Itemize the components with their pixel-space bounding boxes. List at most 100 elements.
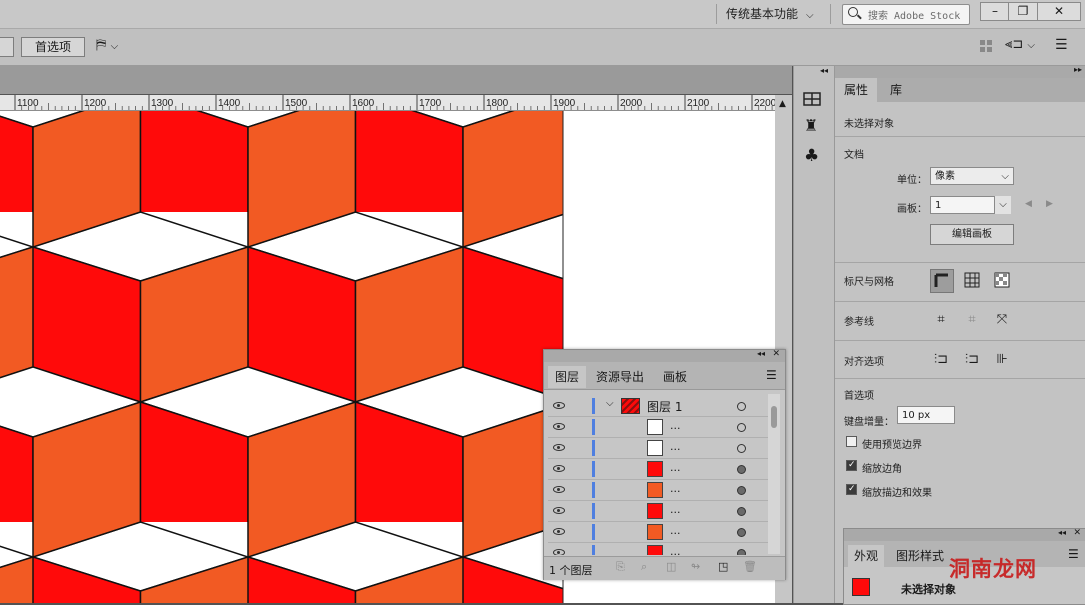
- collapse-panel-icon[interactable]: ◂◂: [1058, 528, 1066, 537]
- scroll-thumb[interactable]: [771, 406, 777, 428]
- search-icon: [848, 7, 858, 17]
- close-button[interactable]: ✕: [1037, 2, 1081, 21]
- keyboard-increment-label: 键盘增量：: [844, 417, 894, 428]
- edit-artboards-button[interactable]: 编辑画板: [930, 224, 1014, 245]
- artboard-label: 画板：: [897, 204, 927, 215]
- tab-layers[interactable]: 图层: [548, 366, 586, 388]
- delete-layer-icon[interactable]: 🗑: [743, 560, 757, 573]
- collapse-panel-icon[interactable]: ▸▸: [1074, 65, 1082, 74]
- panel-menu-icon[interactable]: ☰: [1068, 547, 1079, 561]
- sublayer-row[interactable]: ...: [548, 501, 768, 522]
- restore-button[interactable]: ❐: [1008, 2, 1038, 21]
- ruler-ticks: 1100 1200 1300 1400 1500 1600 1700 1800 1900 2000…: [14, 95, 775, 110]
- scroll-up-icon[interactable]: ▲: [779, 99, 786, 109]
- target-circle-icon[interactable]: [737, 402, 746, 411]
- layer-color-bar: [592, 503, 595, 519]
- locate-object-icon[interactable]: ⌕: [641, 560, 647, 574]
- export-icon[interactable]: ⎘: [616, 560, 625, 574]
- horizontal-ruler[interactable]: 1100 1200 1300 1400 1500 1600 1700 1800 1900 2000…: [0, 95, 775, 111]
- fill-swatch[interactable]: [852, 578, 870, 596]
- align-options-icon[interactable]: ⫷⊐ ⌵: [1005, 37, 1035, 52]
- visibility-eye-icon[interactable]: [553, 507, 565, 514]
- expand-chevron-icon[interactable]: ⌵: [606, 398, 614, 409]
- make-clipping-mask-icon[interactable]: ◫: [666, 560, 676, 573]
- visibility-eye-icon[interactable]: [553, 486, 565, 493]
- align-artboard-icon[interactable]: ⊪: [991, 349, 1013, 371]
- visibility-eye-icon[interactable]: [553, 528, 565, 535]
- units-label: 单位：: [897, 175, 927, 186]
- selection-tool-options-icon[interactable]: ⛿ ⌵: [96, 37, 118, 53]
- target-circle-icon[interactable]: [737, 507, 746, 516]
- artboards-panel-icon[interactable]: [803, 92, 821, 109]
- visibility-eye-icon[interactable]: [553, 444, 565, 451]
- ruler-toggle-icon[interactable]: [930, 269, 954, 293]
- new-layer-icon[interactable]: ◳: [718, 560, 728, 573]
- sublayer-row[interactable]: ...: [548, 438, 768, 459]
- symbols-panel-icon[interactable]: ♣: [804, 146, 819, 166]
- target-circle-icon[interactable]: [737, 444, 746, 453]
- tab-graphic-styles[interactable]: 图形样式: [890, 545, 950, 567]
- sublayer-row[interactable]: ...: [548, 480, 768, 501]
- artboard-select[interactable]: 1 ⌵: [930, 196, 1011, 214]
- scale-strokes-checkbox[interactable]: [846, 484, 857, 495]
- panel-menu-icon[interactable]: ☰: [1055, 37, 1068, 53]
- sublayer-row[interactable]: ...: [548, 543, 768, 555]
- sublayer-row[interactable]: ...: [548, 459, 768, 480]
- sublayer-row[interactable]: ...: [548, 522, 768, 543]
- isometric-cube-pattern[interactable]: [0, 111, 563, 603]
- workspace-switcher[interactable]: 传统基本功能 ⌵: [726, 0, 814, 28]
- sublayer-thumbnail: [647, 545, 663, 555]
- panel-menu-icon[interactable]: ☰: [766, 368, 777, 382]
- chevron-down-icon[interactable]: ⌵: [994, 196, 1011, 214]
- align-selection-icon[interactable]: ⫶⊐: [930, 349, 952, 371]
- layers-scrollbar[interactable]: [768, 394, 780, 554]
- target-circle-icon[interactable]: [737, 549, 746, 555]
- collapse-dock-icon[interactable]: ◂◂: [820, 66, 828, 75]
- keyboard-increment-input[interactable]: 10 px: [897, 406, 955, 424]
- target-circle-icon[interactable]: [737, 528, 746, 537]
- previous-artboard-icon[interactable]: ◀: [1025, 199, 1032, 209]
- close-panel-icon[interactable]: ✕: [772, 349, 780, 359]
- visibility-eye-icon[interactable]: [553, 465, 565, 472]
- sublayer-thumbnail: [647, 524, 663, 540]
- transparency-grid-icon[interactable]: [991, 269, 1013, 291]
- document-setup-button[interactable]: [0, 37, 14, 57]
- close-panel-icon[interactable]: ✕: [1073, 528, 1081, 538]
- lock-guides-icon[interactable]: ⌗: [961, 309, 983, 331]
- align-key-object-icon[interactable]: ⫶⊐: [961, 349, 983, 371]
- show-guides-icon[interactable]: ⌗: [930, 309, 952, 331]
- selection-status: 未选择对象: [844, 119, 894, 130]
- visibility-eye-icon[interactable]: [553, 402, 565, 409]
- next-artboard-icon[interactable]: ▶: [1046, 199, 1053, 209]
- target-circle-icon[interactable]: [737, 423, 746, 432]
- units-select[interactable]: 像素 ⌵: [930, 167, 1014, 185]
- scale-corners-checkbox[interactable]: [846, 460, 857, 471]
- layer-color-bar: [592, 398, 595, 414]
- layer-count: 1 个图层: [549, 564, 593, 577]
- layer-row[interactable]: ⌵ 图层 1: [548, 396, 768, 417]
- target-circle-icon[interactable]: [737, 465, 746, 474]
- preferences-button[interactable]: 首选项: [21, 37, 85, 57]
- new-sublayer-icon[interactable]: ↬: [691, 560, 700, 573]
- collapse-panel-icon[interactable]: ◂◂: [757, 349, 765, 358]
- panel-header[interactable]: ◂◂ ✕: [544, 349, 785, 362]
- minimize-button[interactable]: –: [980, 2, 1010, 21]
- tab-properties[interactable]: 属性: [835, 78, 877, 102]
- tab-appearance[interactable]: 外观: [848, 545, 884, 567]
- puppet-warp-icon[interactable]: ♜: [804, 116, 818, 135]
- use-preview-bounds-checkbox[interactable]: [846, 436, 857, 447]
- panel-header[interactable]: ◂◂ ✕: [844, 528, 1085, 541]
- target-circle-icon[interactable]: [737, 486, 746, 495]
- smart-guides-icon[interactable]: ⤧: [991, 309, 1013, 331]
- visibility-eye-icon[interactable]: [553, 549, 565, 555]
- stock-search-input[interactable]: 搜索 Adobe Stock: [842, 4, 970, 25]
- grid-arrange-icon[interactable]: [979, 39, 993, 53]
- grid-toggle-icon[interactable]: [961, 269, 983, 291]
- tab-asset-export[interactable]: 资源导出: [590, 366, 650, 388]
- visibility-eye-icon[interactable]: [553, 423, 565, 430]
- tab-libraries[interactable]: 库: [877, 78, 915, 102]
- sublayer-list: .....................: [544, 417, 768, 555]
- tab-artboards[interactable]: 画板: [654, 366, 696, 388]
- sublayer-row[interactable]: ...: [548, 417, 768, 438]
- layer-name: 图层 1: [647, 400, 683, 414]
